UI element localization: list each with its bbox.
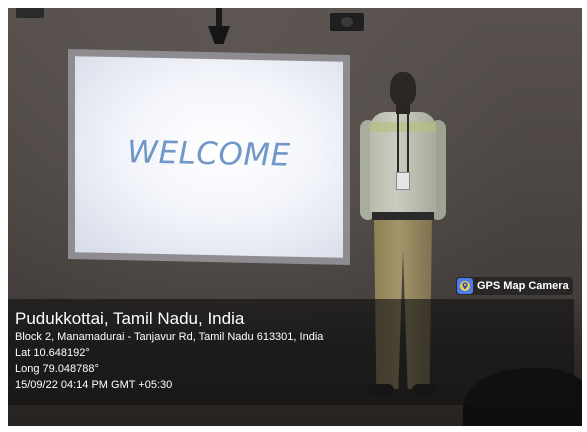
person-head — [390, 72, 416, 106]
wall-speaker — [330, 13, 364, 31]
gps-map-camera-badge: GPS Map Camera — [456, 277, 573, 295]
location-timestamp: 15/09/22 04:14 PM GMT +05:30 — [15, 379, 173, 391]
map-pin-icon — [457, 278, 473, 294]
projector-mount — [204, 8, 234, 44]
location-address: Block 2, Manamadurai - Tanjavur Rd, Tami… — [15, 331, 324, 343]
welcome-text: WELCOME — [127, 134, 291, 174]
projection-screen: WELCOME — [75, 56, 343, 258]
location-city: Pudukkottai, Tamil Nadu, India — [15, 309, 245, 328]
wall-device — [16, 8, 44, 18]
photo: WELCOME GPS Map Camera Pudukkottai, Tami… — [0, 0, 587, 432]
gps-map-camera-label: GPS Map Camera — [477, 280, 569, 292]
projector-head — [208, 26, 230, 44]
location-overlay: Pudukkottai, Tamil Nadu, India Block 2, … — [8, 299, 574, 405]
location-latitude: Lat 10.648192° — [15, 347, 90, 359]
location-longitude: Long 79.048788° — [15, 363, 99, 375]
id-badge — [396, 172, 410, 190]
id-lanyard — [397, 114, 409, 174]
person-belt — [372, 212, 434, 220]
